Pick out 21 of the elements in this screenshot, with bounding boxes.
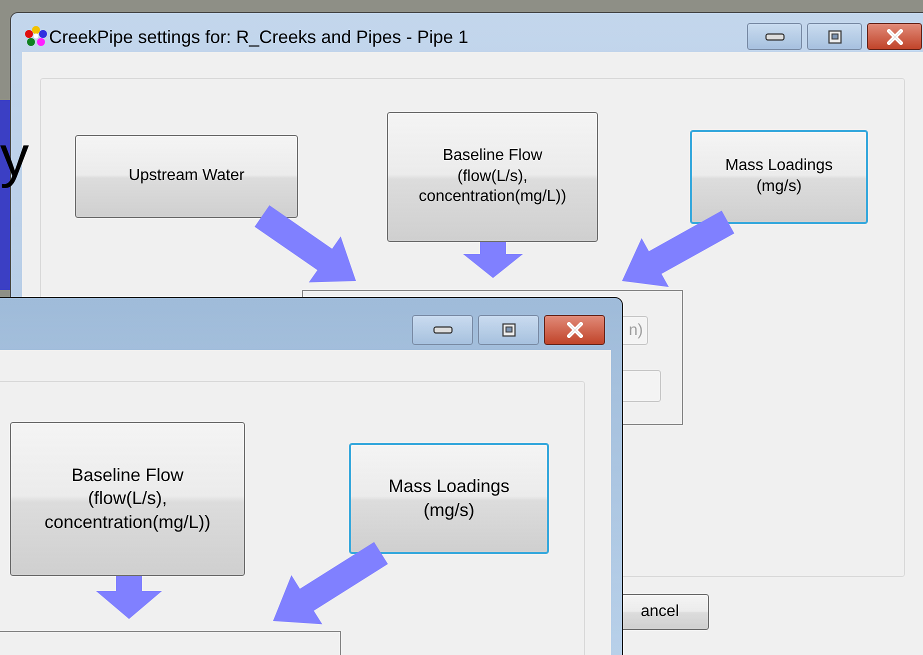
minimize-button[interactable]	[412, 315, 473, 345]
maximize-button[interactable]	[807, 23, 862, 50]
flow-arrow	[463, 242, 523, 278]
close-button[interactable]	[867, 23, 922, 50]
minimize-icon	[432, 326, 452, 334]
window-title: CreekPipe settings for: R_Creeks and Pipes - Pipe 1	[49, 26, 468, 49]
app-icon	[25, 25, 47, 47]
maximize-icon	[502, 323, 516, 337]
node-button[interactable]: Mass Loadings (mg/s)	[690, 130, 868, 224]
close-icon	[884, 28, 904, 44]
minimize-button[interactable]	[747, 23, 802, 50]
close-icon	[564, 322, 584, 338]
minimize-icon	[764, 32, 784, 40]
maximize-button[interactable]	[478, 315, 539, 345]
close-button[interactable]	[544, 315, 605, 345]
node-button[interactable]: Upstream Water	[75, 135, 298, 218]
maximize-icon	[828, 30, 842, 44]
node-button[interactable]: Mass Loadings (mg/s)	[349, 443, 549, 554]
node-button[interactable]: Baseline Flow (flow(L/s), concentration(mg/L))	[387, 112, 598, 242]
flow-arrow	[96, 576, 162, 619]
node-button[interactable]: Baseline Flow (flow(L/s), concentration(mg/L))	[10, 422, 245, 576]
